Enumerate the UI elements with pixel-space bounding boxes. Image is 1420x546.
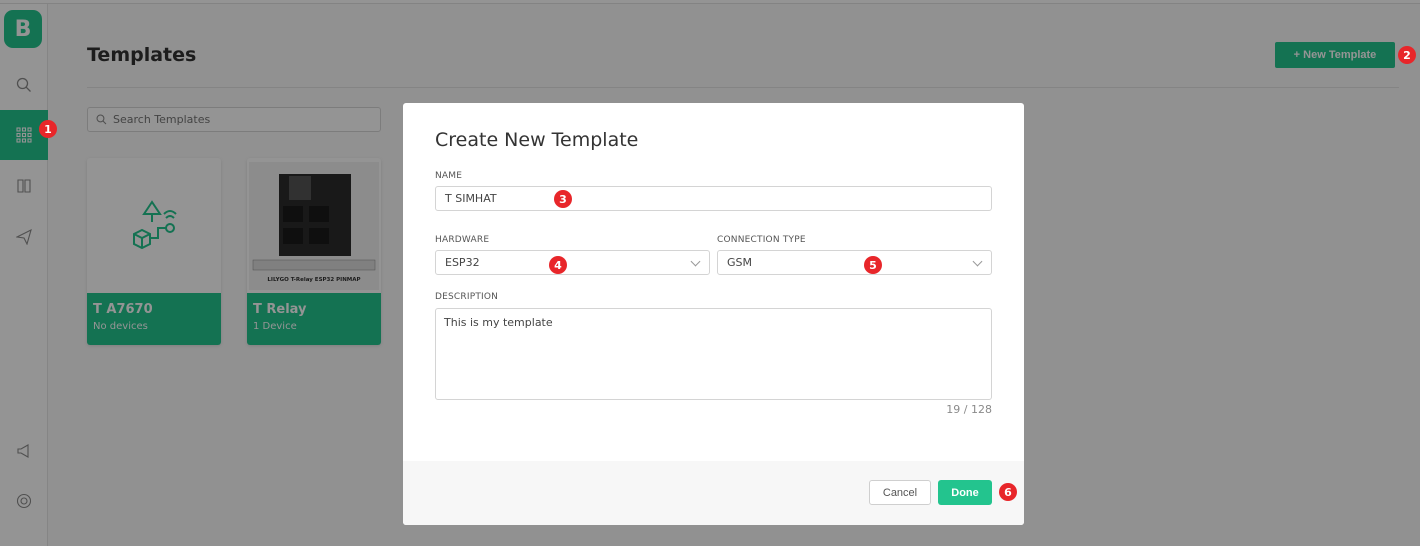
- name-field[interactable]: T SIMHAT: [435, 186, 992, 211]
- hardware-value: ESP32: [445, 256, 480, 269]
- dialog-title: Create New Template: [435, 129, 639, 151]
- dialog-footer: Cancel Done: [403, 461, 1024, 525]
- step-marker: 3: [554, 190, 572, 208]
- character-counter: 19 / 128: [946, 403, 992, 416]
- description-textarea[interactable]: This is my template: [435, 308, 992, 400]
- hardware-select[interactable]: ESP32: [435, 250, 710, 275]
- step-marker: 4: [549, 256, 567, 274]
- connection-type-label: CONNECTION TYPE: [717, 235, 806, 245]
- step-marker: 5: [864, 256, 882, 274]
- create-template-dialog: Create New Template NAME T SIMHAT HARDWA…: [403, 103, 1024, 525]
- connection-type-value: GSM: [727, 256, 752, 269]
- description-label: DESCRIPTION: [435, 292, 499, 302]
- step-marker: 1: [39, 120, 57, 138]
- connection-type-select[interactable]: GSM: [717, 250, 992, 275]
- step-marker: 6: [999, 483, 1017, 501]
- chevron-down-icon: [972, 256, 983, 267]
- step-marker: 2: [1398, 46, 1416, 64]
- hardware-label: HARDWARE: [435, 235, 490, 245]
- name-label: NAME: [435, 171, 463, 181]
- done-button[interactable]: Done: [938, 480, 992, 505]
- chevron-down-icon: [690, 256, 701, 267]
- cancel-button[interactable]: Cancel: [869, 480, 931, 505]
